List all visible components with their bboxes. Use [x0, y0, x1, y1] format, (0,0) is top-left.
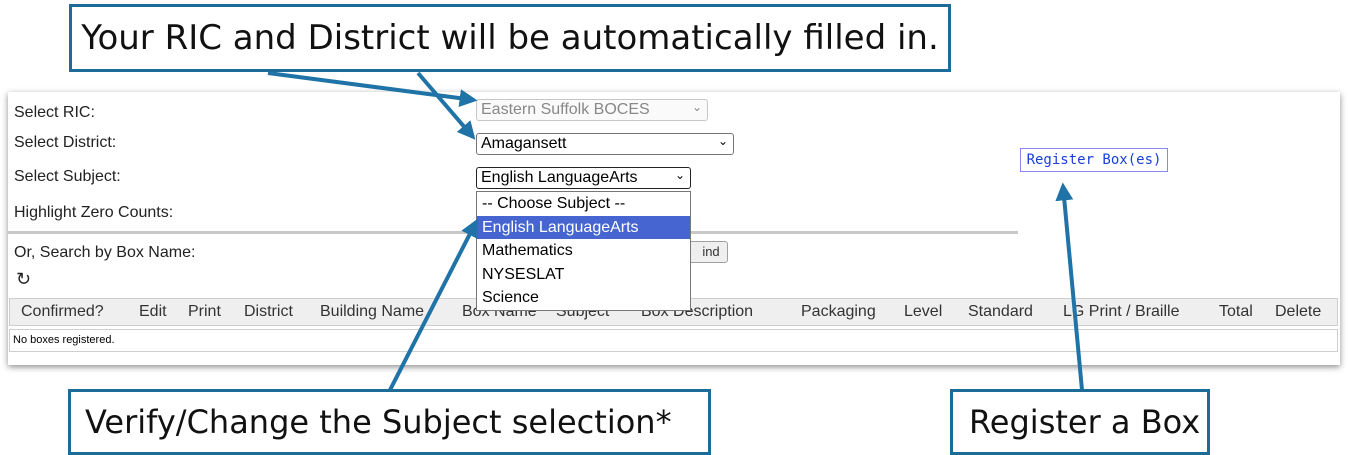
arrow-to-subject [388, 218, 478, 391]
callout-auto-filled: Your RIC and District will be automatica… [69, 4, 951, 72]
arrow-to-ric [267, 71, 478, 108]
arrow-to-district [416, 71, 476, 140]
callout-verify-subject: Verify/Change the Subject selection* [68, 389, 711, 455]
callout-register-box: Register a Box [950, 389, 1210, 455]
arrow-to-register [1055, 182, 1084, 391]
